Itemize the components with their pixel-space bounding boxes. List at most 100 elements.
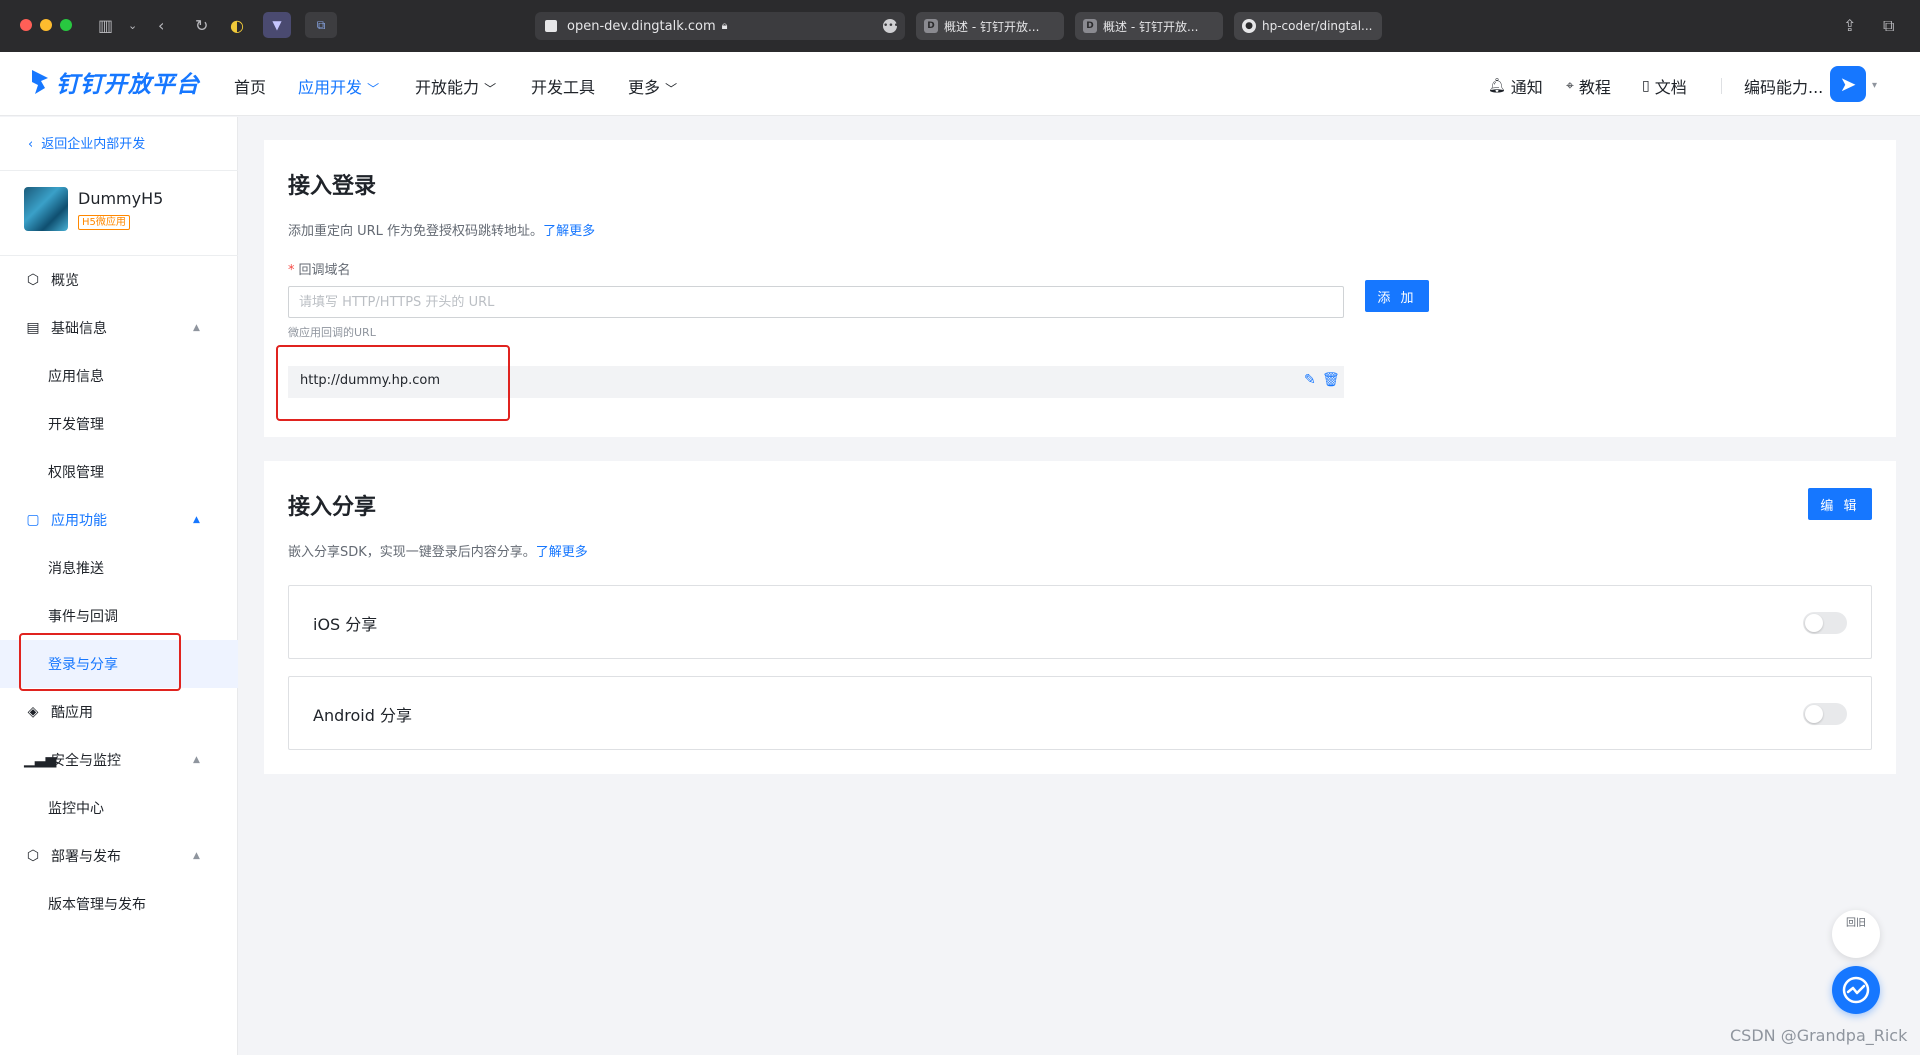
close-window-button[interactable] xyxy=(20,19,32,31)
sidebar-item-msg-push[interactable]: 消息推送 xyxy=(0,544,238,592)
annotation-highlight-box xyxy=(19,633,181,691)
chevron-down-icon[interactable]: ▾ xyxy=(1872,80,1877,91)
more-options-icon[interactable]: ••• xyxy=(883,19,899,33)
back-to-old-version-button[interactable]: 回旧 xyxy=(1832,910,1880,958)
sidebar-item-security[interactable]: ▁▃▅ 安全与监控 ▲ xyxy=(0,736,238,784)
sidebar-item-deploy[interactable]: ⬡ 部署与发布 ▲ xyxy=(0,832,238,880)
lock-icon: 🔒︎ xyxy=(721,19,728,32)
logo-text: 钉钉开放平台 xyxy=(56,72,200,98)
help-chat-button[interactable] xyxy=(1832,966,1880,1014)
callback-domain-label-text: 回调域名 xyxy=(298,263,351,278)
share-description: 嵌入分享SDK，实现一键登录后内容分享。了解更多 xyxy=(288,541,588,560)
sidebar-item-label: 概览 xyxy=(51,273,79,289)
ios-share-toggle[interactable] xyxy=(1803,612,1847,634)
chevron-up-icon: ▲ xyxy=(193,755,200,765)
nav-dev-tools[interactable]: 开发工具 xyxy=(531,74,595,98)
chevron-left-icon: ‹ xyxy=(28,137,34,152)
login-learn-more-link[interactable]: 了解更多 xyxy=(543,224,595,239)
browser-toolbar: ▥ ⌄ ‹ ↻ ◐ ▼ ⧉ open-dev.dingtalk.com 🔒︎ •… xyxy=(0,0,1920,52)
dingtalk-wing-icon xyxy=(32,70,48,94)
nav-home[interactable]: 首页 xyxy=(234,74,266,98)
nav-divider xyxy=(1721,78,1722,94)
sidebar-item-cool-app[interactable]: ◈ 酷应用 xyxy=(0,688,238,736)
sidebar-item-monitor-center[interactable]: 监控中心 xyxy=(0,784,238,832)
callback-domain-label: * 回调域名 xyxy=(288,259,351,278)
edit-icon[interactable]: ✎ xyxy=(1304,372,1316,388)
sidebar-item-overview[interactable]: ⬡ 概览 xyxy=(0,256,238,304)
android-share-toggle[interactable] xyxy=(1803,703,1847,725)
chevron-up-icon: ▲ xyxy=(193,515,200,525)
android-share-label: Android 分享 xyxy=(313,706,412,725)
share-learn-more-link[interactable]: 了解更多 xyxy=(536,545,588,560)
reload-icon[interactable]: ↻ xyxy=(195,14,208,38)
nav-docs[interactable]: ▯ 文档 xyxy=(1642,74,1687,98)
sidebar-item-app-functions[interactable]: ▢ 应用功能 ▲ xyxy=(0,496,238,544)
chevron-down-icon: ﹀ xyxy=(367,82,380,96)
chevron-down-icon[interactable]: ⌄ xyxy=(128,14,137,38)
browser-tab-label: hp-coder/dingtal... xyxy=(1262,19,1373,33)
share-title: 接入分享 xyxy=(288,495,377,520)
back-to-enterprise-link[interactable]: ‹ 返回企业内部开发 xyxy=(28,133,145,152)
dingtalk-favicon-icon: D xyxy=(1083,19,1097,33)
nav-tutorial-label: 教程 xyxy=(1578,78,1611,97)
cool-app-icon: ◈ xyxy=(27,704,39,720)
sidebar-item-version[interactable]: 版本管理与发布 xyxy=(0,880,238,928)
app-type-badge: H5微应用 xyxy=(78,215,130,230)
zoom-window-button[interactable] xyxy=(60,19,72,31)
edit-share-button[interactable]: 编 辑 xyxy=(1808,488,1872,520)
extension-icon[interactable]: ▼ xyxy=(263,12,291,38)
sidebar-item-dev-manage[interactable]: 开发管理 xyxy=(0,400,238,448)
browser-tab[interactable]: D 概述 - 钉钉开放... xyxy=(916,12,1064,40)
top-navigation: 钉钉开放平台 首页 应用开发 ﹀ 开放能力 ﹀ 开发工具 更多 ﹀ 🔔︎ 通知 ⌖… xyxy=(0,52,1920,116)
address-bar[interactable]: open-dev.dingtalk.com 🔒︎ ••• xyxy=(535,12,905,40)
chevron-up-icon: ▲ xyxy=(193,851,200,861)
sidebar-toggle-icon[interactable]: ▥ xyxy=(98,14,113,38)
nav-more-label: 更多 xyxy=(628,78,661,97)
toggle-knob xyxy=(1805,705,1823,723)
ios-share-row: iOS 分享 xyxy=(288,585,1872,659)
divider xyxy=(0,170,238,171)
login-title: 接入登录 xyxy=(288,174,377,199)
back-arrow-icon[interactable]: ‹ xyxy=(158,14,164,38)
nav-open-ability-label: 开放能力 xyxy=(415,78,480,97)
chevron-down-icon: ﹀ xyxy=(665,82,678,96)
sidebar-item-basic-info[interactable]: ▤ 基础信息 ▲ xyxy=(0,304,238,352)
chevron-down-icon: ﹀ xyxy=(484,82,497,96)
sidebar-item-app-info[interactable]: 应用信息 xyxy=(0,352,238,400)
sidebar-item-perm-manage[interactable]: 权限管理 xyxy=(0,448,238,496)
delete-icon[interactable]: 🗑︎ xyxy=(1322,372,1340,388)
address-bar-url: open-dev.dingtalk.com xyxy=(567,18,716,34)
sidebar-item-label: 基础信息 xyxy=(51,321,107,337)
chat-bubble-icon xyxy=(1842,976,1870,1004)
minimize-window-button[interactable] xyxy=(40,19,52,31)
login-description-text: 添加重定向 URL 作为免登授权码跳转地址。 xyxy=(288,224,544,239)
sidebar: ‹ 返回企业内部开发 DummyH5 H5微应用 ⬡ 概览 ▤ 基础信息 ▲ 应用… xyxy=(0,117,238,1055)
nav-more[interactable]: 更多 ﹀ xyxy=(628,74,677,98)
share-card: 接入分享 编 辑 嵌入分享SDK，实现一键登录后内容分享。了解更多 iOS 分享… xyxy=(264,461,1896,774)
translate-extension-icon[interactable]: ⧉ xyxy=(305,12,337,38)
nav-user-name[interactable]: 编码能力... xyxy=(1744,74,1823,98)
callback-url-input[interactable] xyxy=(288,286,1344,318)
tab-overview-icon[interactable]: ⧉ xyxy=(1883,14,1894,38)
dark-mode-extension-icon[interactable]: ◐ xyxy=(230,14,244,38)
nav-app-dev[interactable]: 应用开发 ﹀ xyxy=(298,74,379,98)
nav-notifications[interactable]: 🔔︎ 通知 xyxy=(1488,74,1543,98)
login-card: 接入登录 添加重定向 URL 作为免登授权码跳转地址。了解更多 *回调域名 微应… xyxy=(264,140,1896,437)
app-thumbnail xyxy=(24,187,68,231)
dingtalk-logo[interactable]: 钉钉开放平台 xyxy=(30,65,200,99)
annotation-highlight-box xyxy=(276,345,510,421)
nav-tutorial[interactable]: ⌖ 教程 xyxy=(1566,74,1611,98)
browser-tab-label: 概述 - 钉钉开放... xyxy=(1103,19,1199,34)
browser-tab[interactable]: ● hp-coder/dingtal... xyxy=(1234,12,1382,40)
site-favicon-icon xyxy=(545,20,557,32)
nav-open-ability[interactable]: 开放能力 ﹀ xyxy=(415,74,496,98)
bell-icon: 🔔︎ xyxy=(1488,78,1506,94)
dingtalk-favicon-icon: D xyxy=(924,19,938,33)
share-icon[interactable]: ⇪ xyxy=(1843,14,1856,38)
browser-tab[interactable]: D 概述 - 钉钉开放... xyxy=(1075,12,1223,40)
user-avatar[interactable]: ➤ xyxy=(1830,66,1866,102)
bar-chart-icon: ▁▃▅ xyxy=(24,752,57,768)
chevron-up-icon: ▲ xyxy=(193,323,200,333)
add-url-button[interactable]: 添 加 xyxy=(1365,280,1429,312)
ios-share-label: iOS 分享 xyxy=(313,615,378,634)
